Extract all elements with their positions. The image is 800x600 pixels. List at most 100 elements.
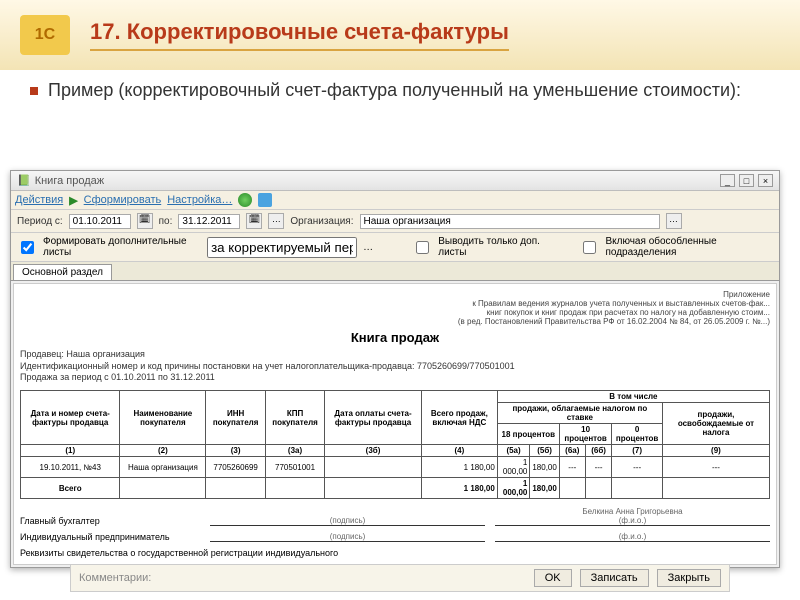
maximize-button[interactable]: □ <box>739 174 754 187</box>
fio-line2: (ф.и.о.) <box>495 532 770 542</box>
th-n9: (9) <box>662 445 769 457</box>
seller-label: Продавец: <box>20 349 64 359</box>
chief-label: Главный бухгалтер <box>20 516 200 526</box>
period-to-input[interactable] <box>178 214 240 229</box>
th-n4: (4) <box>421 445 497 457</box>
sign-line2: (подпись) <box>210 532 485 542</box>
th-group1: В том числе <box>497 391 769 403</box>
table-row[interactable]: 19.10.2011, №43 Наша организация 7705260… <box>21 457 770 478</box>
options-bar: Формировать дополнительные листы … Вывод… <box>11 233 779 262</box>
th-n3b: (3б) <box>325 445 422 457</box>
org-select-button[interactable]: … <box>666 213 682 229</box>
cell: --- <box>585 457 612 478</box>
only-extra-checkbox[interactable] <box>416 241 429 254</box>
cell: 770501001 <box>265 457 324 478</box>
th-c3: ИНН покупателя <box>206 391 266 445</box>
period-to-label: по: <box>159 216 173 227</box>
subdiv-checkbox[interactable] <box>583 241 596 254</box>
period-from-input[interactable] <box>69 214 131 229</box>
report-meta: Продавец: Наша организация Идентификацио… <box>20 349 770 384</box>
tab-bar: Основной раздел <box>11 262 779 281</box>
annex-l3: книг покупок и книг продаж при расчетах … <box>20 308 770 317</box>
org-label: Организация: <box>290 216 353 227</box>
extra-sheets-checkbox[interactable] <box>21 241 34 254</box>
cell <box>662 478 769 499</box>
params-bar: Период с: 🗓 по: 🗓 … Организация: … <box>11 210 779 233</box>
period-from-label: Период с: <box>17 216 63 227</box>
bullet-icon <box>30 87 38 95</box>
minimize-button[interactable]: _ <box>720 174 735 187</box>
tab-main[interactable]: Основной раздел <box>13 264 112 280</box>
close-button-footer[interactable]: Закрыть <box>657 569 721 587</box>
ok-button[interactable]: OK <box>534 569 572 587</box>
settings-link[interactable]: Настройка… <box>167 194 232 206</box>
fio-sub: (ф.и.о.) <box>619 516 647 525</box>
th-group2: продажи, облагаемые налогом по ставке <box>497 403 662 424</box>
book-icon: 📗 <box>17 174 31 187</box>
sales-book-window: 📗 Книга продаж _ □ × Действия ▶ Сформиро… <box>10 170 780 568</box>
cell: --- <box>559 457 585 478</box>
actions-menu[interactable]: Действия <box>15 194 63 206</box>
help-icon[interactable] <box>238 193 252 207</box>
cell <box>612 478 663 499</box>
cell: 1 000,00 <box>497 478 530 499</box>
period-from-picker[interactable]: 🗓 <box>137 213 153 229</box>
th-n1: (1) <box>21 445 120 457</box>
extra-mode-input[interactable] <box>207 237 357 258</box>
annex-l4: (в ред. Постановлений Правительства РФ о… <box>20 317 770 326</box>
cell <box>325 478 422 499</box>
cell: --- <box>612 457 663 478</box>
close-button[interactable]: × <box>758 174 773 187</box>
th-g10: 10 процентов <box>559 424 612 445</box>
slide-header: 1C 17. Корректировочные счета-фактуры <box>0 0 800 70</box>
window-title: Книга продаж <box>35 175 716 187</box>
toolbar: Действия ▶ Сформировать Настройка… <box>11 191 779 210</box>
signatures: Главный бухгалтер (подпись) Белкина Анна… <box>20 507 770 558</box>
inn-line: Идентификационный номер и код причины по… <box>20 361 515 371</box>
th-n3: (3) <box>206 445 266 457</box>
th-n3a: (3a) <box>265 445 324 457</box>
annex-text: Приложение к Правилам ведения журналов у… <box>20 290 770 326</box>
report-title: Книга продаж <box>20 330 770 345</box>
th-n6b: (6б) <box>585 445 612 457</box>
generate-arrow-icon[interactable]: ▶ <box>69 194 77 207</box>
th-g9: продажи, освобождаемые от налога <box>662 403 769 445</box>
info-icon[interactable] <box>258 193 272 207</box>
period-to-picker[interactable]: 🗓 <box>246 213 262 229</box>
th-c3b: Дата оплаты счета-фактуры продавца <box>325 391 422 445</box>
cell: 180,00 <box>530 457 559 478</box>
seller-value: Наша организация <box>66 349 145 359</box>
period-range-button[interactable]: … <box>268 213 284 229</box>
cell: --- <box>662 457 769 478</box>
cell: Всего <box>21 478 120 499</box>
fio-line: Белкина Анна Григорьевна (ф.и.о.) <box>495 507 770 526</box>
only-extra-label: Выводить только доп. листы <box>438 236 558 258</box>
window-titlebar[interactable]: 📗 Книга продаж _ □ × <box>11 171 779 191</box>
cell <box>206 478 266 499</box>
th-c3a: КПП покупателя <box>265 391 324 445</box>
sales-table: Дата и номер счета-фактуры продавца Наим… <box>20 390 770 499</box>
th-n6a: (6a) <box>559 445 585 457</box>
rekv-line: Реквизиты свидетельства о государственно… <box>20 548 770 558</box>
save-button[interactable]: Записать <box>580 569 649 587</box>
cell: 19.10.2011, №43 <box>21 457 120 478</box>
comment-label: Комментарии: <box>79 572 151 584</box>
period-line: Продажа за период с 01.10.2011 по 31.12.… <box>20 372 215 382</box>
generate-button[interactable]: Сформировать <box>84 194 162 206</box>
cell <box>265 478 324 499</box>
ip-label: Индивидуальный предприниматель <box>20 532 200 542</box>
org-input[interactable] <box>360 214 660 229</box>
cell: 1 180,00 <box>421 457 497 478</box>
chief-name: Белкина Анна Григорьевна <box>582 507 682 516</box>
cell: 1 000,00 <box>497 457 530 478</box>
extra-mode-select[interactable]: … <box>363 242 373 253</box>
extra-sheets-label: Формировать дополнительные листы <box>43 236 201 258</box>
cell <box>585 478 612 499</box>
slide-body: Пример (корректировочный счет-фактура по… <box>0 70 800 111</box>
sign-line: (подпись) <box>210 516 485 526</box>
cell: Наша организация <box>120 457 206 478</box>
annex-l2: к Правилам ведения журналов учета получе… <box>20 299 770 308</box>
th-c2: Наименование покупателя <box>120 391 206 445</box>
th-c1: Дата и номер счета-фактуры продавца <box>21 391 120 445</box>
cell: 180,00 <box>530 478 559 499</box>
